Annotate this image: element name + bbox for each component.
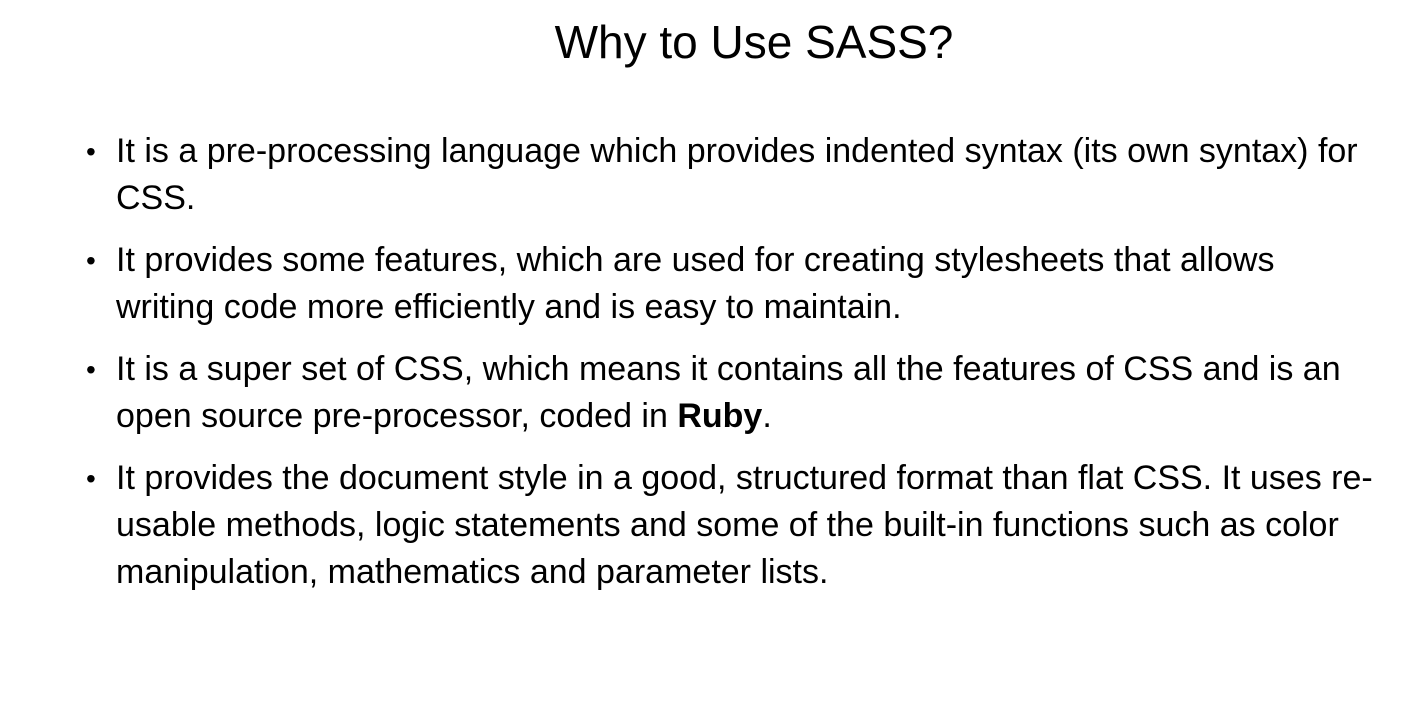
bullet-item-features: • It provides some features, which are u… xyxy=(84,237,1374,331)
bullet-text-after: . xyxy=(762,397,772,435)
bullet-item-preprocessing-language: • It is a pre-processing language which … xyxy=(84,128,1374,222)
bullet-icon: • xyxy=(86,463,96,494)
bullet-list: • It is a pre-processing language which … xyxy=(84,128,1374,611)
bullet-icon: • xyxy=(86,245,96,276)
bullet-text: It provides the document style in a good… xyxy=(116,459,1373,591)
bullet-icon: • xyxy=(86,136,96,167)
bullet-text: It provides some features, which are use… xyxy=(116,241,1275,326)
bullet-item-document-style: • It provides the document style in a go… xyxy=(84,455,1374,596)
slide-title: Why to Use SASS? xyxy=(554,16,954,68)
bullet-icon: • xyxy=(86,354,96,385)
bullet-item-superset: • It is a super set of CSS, which means … xyxy=(84,346,1374,440)
slide: Why to Use SASS? • It is a pre-processin… xyxy=(0,0,1423,713)
bullet-text: It is a pre-processing language which pr… xyxy=(116,132,1358,217)
bullet-bold-ruby: Ruby xyxy=(677,397,763,435)
